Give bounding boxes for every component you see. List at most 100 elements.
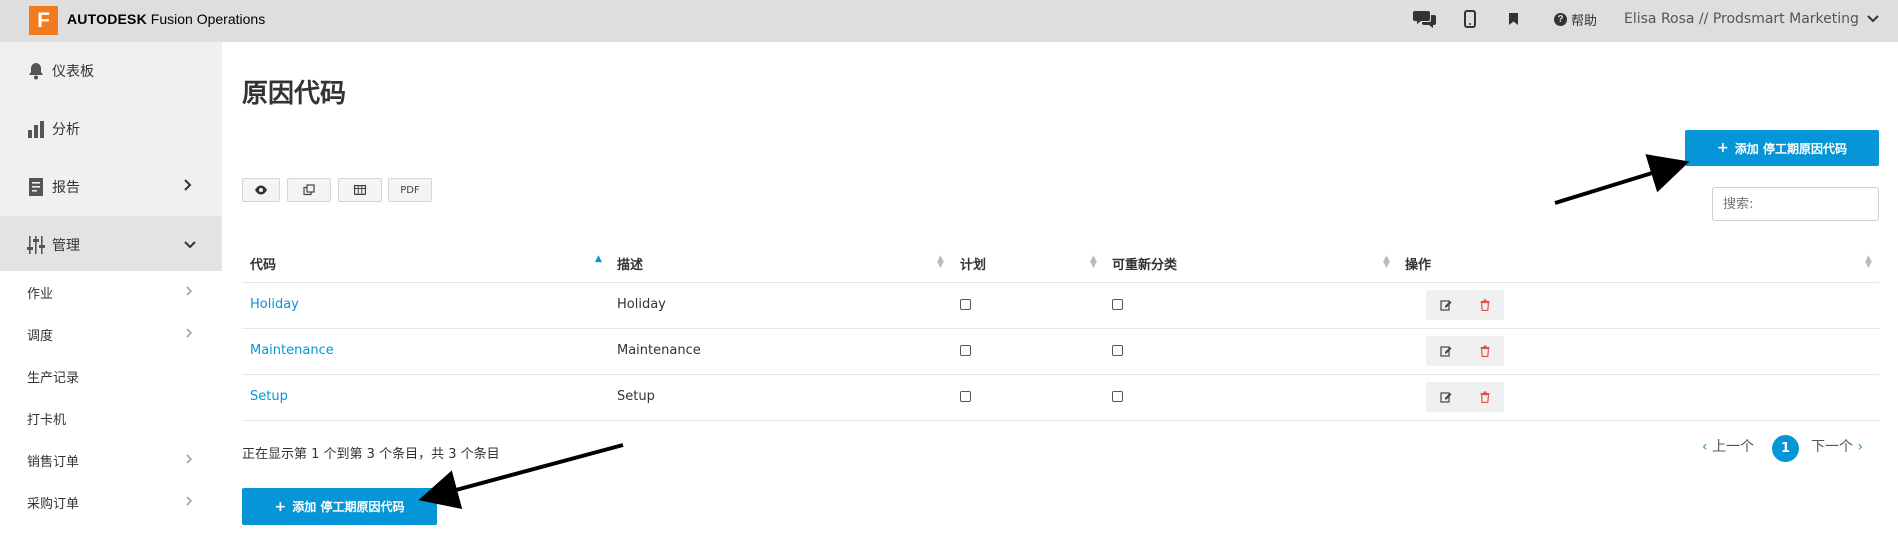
reclassifiable-checkbox[interactable]: [1112, 299, 1123, 310]
sidebar-item-label: 管理: [52, 238, 80, 254]
chat-icon[interactable]: [1413, 7, 1437, 31]
brand-product: Fusion Operations: [150, 11, 266, 27]
mobile-icon[interactable]: [1462, 7, 1478, 31]
reclassifiable-checkbox[interactable]: [1112, 391, 1123, 402]
column-header-actions[interactable]: 操作: [1405, 254, 1431, 273]
plus-icon: +: [1717, 140, 1729, 156]
copy-button[interactable]: [287, 178, 331, 202]
row-divider: [242, 328, 1879, 329]
column-header-description[interactable]: 描述: [617, 254, 643, 273]
bookmark-icon[interactable]: [1505, 7, 1521, 31]
excel-export-button[interactable]: [338, 178, 382, 202]
sidebar-item-label: 仪表板: [52, 64, 94, 80]
edit-icon[interactable]: [1439, 344, 1453, 358]
add-reason-code-button-bottom[interactable]: + 添加 停工期原因代码: [242, 488, 437, 525]
chevron-right-icon: [186, 285, 193, 299]
planned-checkbox[interactable]: [960, 391, 971, 402]
chevron-down-icon: [1867, 15, 1879, 23]
pagination-next[interactable]: 下一个 ›: [1811, 436, 1863, 456]
chevron-right-icon: [186, 327, 193, 341]
search-input[interactable]: [1712, 187, 1879, 221]
sidebar-item-label: 报告: [52, 180, 80, 196]
add-reason-code-button-top[interactable]: + 添加 停工期原因代码: [1685, 130, 1879, 166]
sidebar-subitem-time-clock[interactable]: 打卡机: [0, 397, 222, 439]
user-menu[interactable]: Elisa Rosa // Prodsmart Marketing: [1624, 11, 1879, 27]
report-icon: [26, 177, 46, 197]
user-name: Elisa Rosa // Prodsmart Marketing: [1624, 11, 1859, 27]
page-title: 原因代码: [242, 79, 347, 109]
planned-checkbox[interactable]: [960, 345, 971, 356]
sidebar-subitem-label: 调度: [27, 328, 54, 344]
row-divider: [242, 374, 1879, 375]
reason-description: Holiday: [617, 297, 666, 312]
annotation-arrow-top: [1554, 154, 1690, 205]
help-link[interactable]: ? 帮助: [1554, 10, 1597, 29]
pagination-prev-label: 上一个: [1712, 439, 1755, 455]
chevron-right-icon: [186, 495, 193, 509]
add-button-label: 添加 停工期原因代码: [292, 500, 405, 514]
row-actions: [1426, 290, 1504, 320]
sort-icon: ▲ ▼: [1090, 254, 1097, 270]
fusion-logo[interactable]: F: [29, 6, 58, 35]
sort-asc-icon: ▲: [595, 254, 602, 264]
column-header-planned[interactable]: 计划: [960, 254, 986, 273]
sidebar-item-reports[interactable]: 报告: [0, 158, 222, 216]
sidebar-item-analysis[interactable]: 分析: [0, 100, 222, 158]
chevron-right-icon: [186, 453, 193, 467]
delete-icon[interactable]: [1478, 298, 1492, 312]
copy-icon: [303, 184, 315, 196]
brand-name: AUTODESK Fusion Operations: [67, 11, 265, 27]
edit-icon[interactable]: [1439, 390, 1453, 404]
delete-icon[interactable]: [1478, 390, 1492, 404]
pagination-prev[interactable]: ‹ 上一个: [1702, 436, 1754, 456]
sidebar-subitem-purchase-orders[interactable]: 采购订单: [0, 481, 222, 523]
help-icon: ?: [1554, 13, 1567, 26]
reason-description: Setup: [617, 389, 655, 404]
pagination-page-current[interactable]: 1: [1772, 435, 1799, 462]
table-icon: [354, 185, 366, 195]
pdf-export-button[interactable]: PDF: [388, 178, 432, 202]
sidebar-subitem-jobs[interactable]: 作业: [0, 271, 222, 313]
sort-icon: ▲ ▼: [1865, 254, 1872, 270]
sidebar-subitem-schedule[interactable]: 调度: [0, 313, 222, 355]
delete-icon[interactable]: [1478, 344, 1492, 358]
reason-code-link[interactable]: Maintenance: [250, 343, 334, 358]
reason-code-link[interactable]: Holiday: [250, 297, 299, 312]
sidebar-subitem-label: 作业: [27, 286, 54, 302]
column-visibility-button[interactable]: [242, 178, 280, 202]
column-header-reclassifiable[interactable]: 可重新分类: [1112, 254, 1177, 273]
top-bar: F AUTODESK Fusion Operations ? 帮助 Elisa …: [0, 0, 1898, 42]
sidebar-subitem-label: 销售订单: [27, 454, 80, 470]
sidebar-subitem-label: 采购订单: [27, 496, 80, 512]
sort-icon: ▲ ▼: [1383, 254, 1390, 270]
table-divider: [242, 282, 1879, 283]
planned-checkbox[interactable]: [960, 299, 971, 310]
pagination-next-label: 下一个: [1811, 439, 1853, 455]
sidebar-subitem-sales-orders[interactable]: 销售订单: [0, 439, 222, 481]
sliders-icon: [26, 235, 46, 255]
plus-icon: +: [274, 498, 287, 515]
edit-icon[interactable]: [1439, 298, 1453, 312]
sidebar-item-dashboard[interactable]: 仪表板: [0, 42, 222, 100]
chevron-right-icon: ›: [1857, 439, 1864, 455]
sidebar-item-manage[interactable]: 管理: [0, 216, 222, 274]
row-divider: [242, 420, 1879, 421]
reclassifiable-checkbox[interactable]: [1112, 345, 1123, 356]
row-actions: [1426, 382, 1504, 412]
sidebar-subitem-production-records[interactable]: 生产记录: [0, 355, 222, 397]
bar-chart-icon: [26, 119, 46, 139]
chevron-left-icon: ‹: [1702, 439, 1708, 455]
reason-code-link[interactable]: Setup: [250, 389, 288, 404]
eye-icon: [255, 185, 267, 195]
add-button-label: 添加 停工期原因代码: [1734, 141, 1847, 156]
sidebar-item-label: 分析: [52, 122, 80, 138]
chevron-down-icon: [184, 237, 196, 253]
sidebar-subitem-label: 打卡机: [27, 412, 67, 428]
bell-icon: [26, 61, 46, 81]
sort-icon: ▲ ▼: [937, 254, 944, 270]
column-header-code[interactable]: 代码: [250, 254, 276, 273]
manage-submenu: 作业 调度 生产记录 打卡机 销售订单 采购订单: [0, 271, 222, 534]
reason-description: Maintenance: [617, 343, 701, 358]
sidebar-subitem-label: 生产记录: [27, 370, 80, 386]
table-info: 正在显示第 1 个到第 3 个条目，共 3 个条目: [242, 447, 500, 462]
